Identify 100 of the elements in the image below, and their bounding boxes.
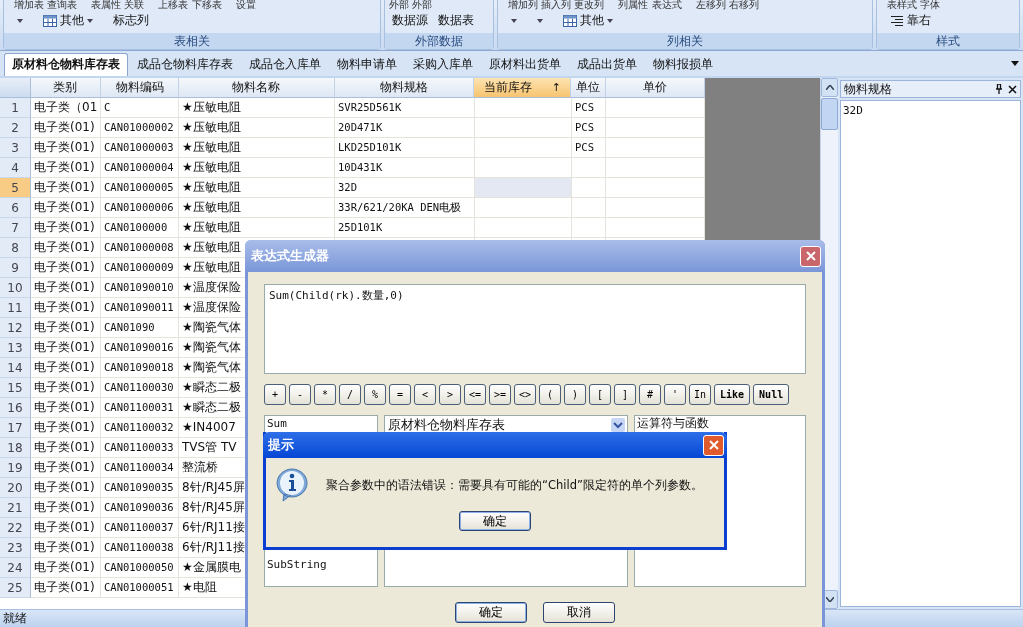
- row-number[interactable]: 13: [0, 338, 31, 358]
- tab[interactable]: 物料申请单: [330, 54, 404, 76]
- ribbon-caption[interactable]: 表样式 字体: [887, 0, 941, 10]
- ribbon-caption[interactable]: 表属性 关联: [91, 0, 145, 10]
- ok-button[interactable]: 确定: [455, 602, 527, 623]
- ribbon-caption[interactable]: 外部 外部: [389, 0, 433, 10]
- close-button[interactable]: [703, 434, 724, 456]
- operator-button[interactable]: /: [339, 384, 361, 405]
- ribbon-caption[interactable]: 左移列 右移列: [695, 0, 759, 10]
- column-header[interactable]: 类别: [30, 78, 101, 98]
- cancel-button[interactable]: 取消: [543, 602, 615, 623]
- tab[interactable]: 成品仓入库单: [242, 54, 328, 76]
- row-number[interactable]: 5: [0, 178, 31, 198]
- scroll-thumb[interactable]: [821, 98, 838, 130]
- close-button[interactable]: [800, 245, 821, 267]
- operator-button[interactable]: #: [639, 384, 661, 405]
- table-cell: CAN01000004: [101, 158, 179, 178]
- table-cell: CAN01090010: [101, 278, 179, 298]
- ribbon-caption[interactable]: 列属性 表达式: [618, 0, 682, 10]
- tab[interactable]: 采购入库单: [406, 54, 480, 76]
- row-number[interactable]: 24: [0, 558, 31, 578]
- ribbon-caption[interactable]: 上移表 下移表: [158, 0, 222, 10]
- ribbon-caption[interactable]: 设置: [235, 0, 256, 10]
- row-number[interactable]: 15: [0, 378, 31, 398]
- operator-button[interactable]: [: [589, 384, 611, 405]
- tab[interactable]: 原材料仓物料库存表: [4, 53, 128, 76]
- operator-button[interactable]: -: [289, 384, 311, 405]
- row-number[interactable]: 16: [0, 398, 31, 418]
- operator-button[interactable]: >: [439, 384, 461, 405]
- operator-button[interactable]: Like: [714, 384, 751, 405]
- row-number[interactable]: 17: [0, 418, 31, 438]
- text-area[interactable]: 32D: [840, 100, 1021, 607]
- ribbon-caption[interactable]: 增加列 插入列 更改列: [508, 0, 605, 10]
- row-number[interactable]: 14: [0, 358, 31, 378]
- row-number[interactable]: 12: [0, 318, 31, 338]
- tab[interactable]: 物料报损单: [646, 54, 720, 76]
- operator-button[interactable]: +: [264, 384, 286, 405]
- close-icon[interactable]: [1008, 84, 1017, 94]
- tab[interactable]: 成品出货单: [570, 54, 644, 76]
- column-header[interactable]: 物料名称: [179, 78, 335, 98]
- tab[interactable]: 成品仓物料库存表: [130, 54, 240, 76]
- operator-button[interactable]: >=: [489, 384, 511, 405]
- ribbon-caption[interactable]: 增加表 查询表: [14, 0, 78, 10]
- dropdown-button[interactable]: [508, 17, 520, 24]
- ribbon-button[interactable]: 靠右: [887, 11, 934, 30]
- row-number[interactable]: 7: [0, 218, 31, 238]
- operator-button[interactable]: <>: [514, 384, 536, 405]
- operator-button[interactable]: ': [664, 384, 686, 405]
- row-number[interactable]: 8: [0, 238, 31, 258]
- sort-arrow-icon: ↑: [551, 81, 561, 94]
- row-number[interactable]: 22: [0, 518, 31, 538]
- dropdown-button[interactable]: [14, 17, 26, 24]
- operator-button[interactable]: ): [564, 384, 586, 405]
- row-number[interactable]: 9: [0, 258, 31, 278]
- operator-button[interactable]: In: [689, 384, 711, 405]
- column-header[interactable]: 物料规格: [334, 78, 475, 98]
- operator-button[interactable]: <: [414, 384, 436, 405]
- table-dropdown[interactable]: 原材料仓物料库存表: [384, 415, 628, 435]
- table-cell: CAN01090035: [101, 478, 179, 498]
- operator-button[interactable]: ]: [614, 384, 636, 405]
- column-header[interactable]: 当前库存 ↑: [474, 78, 572, 98]
- ribbon-button[interactable]: 数据表: [435, 11, 477, 30]
- operator-button[interactable]: Null: [753, 384, 790, 405]
- row-number[interactable]: 1: [0, 98, 31, 118]
- row-number[interactable]: 18: [0, 438, 31, 458]
- dropdown-arrow-icon[interactable]: [1011, 61, 1019, 66]
- row-number[interactable]: 11: [0, 298, 31, 318]
- table-cell: CAN01100031: [101, 398, 179, 418]
- row-number[interactable]: 3: [0, 138, 31, 158]
- tab[interactable]: 原材料出货单: [482, 54, 568, 76]
- row-number[interactable]: 2: [0, 118, 31, 138]
- pin-icon[interactable]: [995, 84, 1003, 94]
- row-number[interactable]: 23: [0, 538, 31, 558]
- ribbon-button[interactable]: 标志列: [110, 11, 152, 30]
- expression-field[interactable]: Sum(Child(rk).数量,0): [264, 284, 806, 374]
- operator-button[interactable]: *: [314, 384, 336, 405]
- row-number[interactable]: 10: [0, 278, 31, 298]
- operator-button[interactable]: %: [364, 384, 386, 405]
- list-item[interactable]: 运算符与函数: [637, 417, 803, 430]
- row-number[interactable]: 19: [0, 458, 31, 478]
- table-cell: 电子类(01): [31, 138, 101, 158]
- table-cell: 电子类(01): [31, 418, 101, 438]
- row-number[interactable]: 6: [0, 198, 31, 218]
- operator-button[interactable]: =: [389, 384, 411, 405]
- table-cell: 电子类（01: [31, 98, 101, 118]
- ok-button[interactable]: 确定: [459, 511, 531, 531]
- row-number[interactable]: 21: [0, 498, 31, 518]
- row-number[interactable]: 25: [0, 578, 31, 598]
- operator-button[interactable]: <=: [464, 384, 486, 405]
- ribbon-button[interactable]: 数据源: [389, 11, 431, 30]
- row-number[interactable]: 20: [0, 478, 31, 498]
- table-cell: CAN01000008: [101, 238, 179, 258]
- dropdown-button[interactable]: [534, 17, 546, 24]
- column-header[interactable]: 物料编码: [101, 78, 180, 98]
- ribbon-button[interactable]: 其他: [560, 11, 616, 30]
- operator-button[interactable]: (: [539, 384, 561, 405]
- ribbon-button[interactable]: 其他: [40, 11, 96, 30]
- column-header[interactable]: 单价: [605, 78, 705, 98]
- column-header[interactable]: 单位: [571, 78, 606, 98]
- row-number[interactable]: 4: [0, 158, 31, 178]
